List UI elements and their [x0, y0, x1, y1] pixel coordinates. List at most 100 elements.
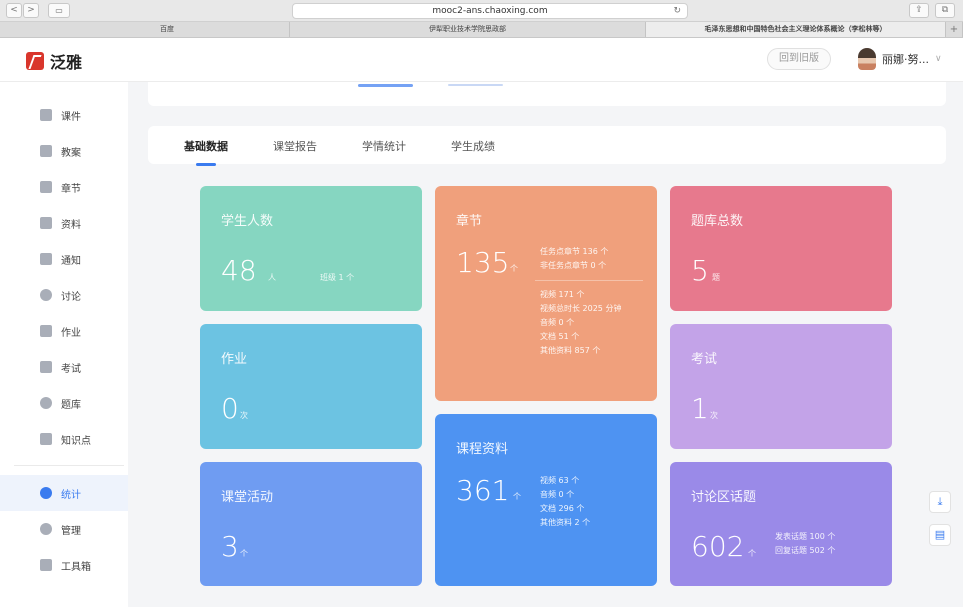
logo-icon	[26, 52, 44, 70]
card-value: 3	[221, 530, 239, 563]
forward-button[interactable]: >	[23, 3, 39, 18]
card-title: 课堂活动	[221, 490, 274, 505]
back-button[interactable]: <	[6, 3, 22, 18]
chapters-icon	[40, 181, 52, 193]
detail-line: 文档 296 个	[540, 504, 585, 513]
sidebar-item-toolbox[interactable]: 工具箱	[40, 556, 91, 574]
card-title: 作业	[221, 352, 248, 367]
tab-basic-data[interactable]: 基础数据	[184, 138, 228, 154]
sidebar-item-label: 题库	[61, 399, 81, 411]
sidebar-item-exam[interactable]: 考试	[40, 358, 81, 376]
sidebar-item-manage[interactable]: 管理	[40, 520, 81, 538]
sidebar-item-chapters[interactable]: 章节	[40, 178, 81, 196]
detail-line: 任务点章节 136 个	[540, 247, 609, 256]
detail-line: 音频 0 个	[540, 490, 575, 499]
card-unit: 人	[268, 273, 276, 282]
detail-line: 发表话题 100 个	[775, 532, 836, 541]
sidebar-item-label: 讨论	[61, 291, 81, 303]
layers-icon	[40, 397, 52, 409]
report-icon[interactable]: ▤	[929, 524, 951, 546]
card-value: 361	[456, 474, 510, 507]
browser-tab-active[interactable]: 毛泽东思想和中国特色社会主义理论体系概论（李松林等）	[646, 22, 946, 37]
new-tab-button[interactable]: +	[946, 22, 963, 37]
question-bank-card[interactable]: 题库总数 5 题	[670, 186, 892, 311]
sidebar-item-label: 章节	[61, 183, 81, 195]
sidebar-item-notice[interactable]: 通知	[40, 250, 81, 268]
sidebar-item-label: 教案	[61, 147, 81, 159]
logo-text: 泛雅	[50, 53, 83, 72]
sidebar-item-label: 管理	[61, 525, 81, 537]
sidebar-item-statistics[interactable]: 统计	[40, 484, 81, 502]
chrome-right-buttons: ⇪ ⧉	[909, 3, 955, 18]
folder-icon	[40, 217, 52, 229]
sidebar-toggle-icon[interactable]: ▭	[48, 3, 70, 18]
card-value: 0	[221, 392, 239, 425]
download-icon[interactable]: ⤓	[929, 491, 951, 513]
detail-line: 非任务点章节 0 个	[540, 261, 607, 270]
exam-card[interactable]: 考试 1 次	[670, 324, 892, 449]
task-chapter-details: 任务点章节 136 个 非任务点章节 0 个	[540, 245, 608, 273]
active-tab-underline	[196, 163, 216, 166]
url-bar[interactable]: mooc2-ans.chaoxing.com ↻	[292, 3, 688, 19]
logo[interactable]: 泛雅	[26, 49, 82, 73]
scroll-hint-bar	[358, 84, 413, 87]
detail-line: 其他资料 2 个	[540, 518, 591, 527]
sidebar-item-homework[interactable]: 作业	[40, 322, 81, 340]
sidebar-item-courseware[interactable]: 课件	[40, 106, 81, 124]
courseware-icon	[40, 109, 52, 121]
stats-tabs: 基础数据 课堂报告 学情统计 学生成绩	[148, 126, 946, 164]
browser-toolbar: < > ▭ mooc2-ans.chaoxing.com ↻ ⇪ ⧉	[0, 0, 963, 22]
chapters-card[interactable]: 章节 135 个 任务点章节 136 个 非任务点章节 0 个 视频 171 个…	[435, 186, 657, 401]
old-version-button[interactable]: 回到旧版	[767, 48, 831, 70]
tab-class-report[interactable]: 课堂报告	[273, 138, 317, 154]
card-unit: 个	[513, 492, 521, 501]
reload-icon[interactable]: ↻	[673, 4, 681, 18]
sidebar-item-label: 知识点	[61, 435, 91, 447]
divider	[535, 280, 643, 281]
detail-line: 文档 51 个	[540, 332, 580, 341]
share-icon[interactable]: ⇪	[909, 3, 929, 18]
detail-line: 其他资料 857 个	[540, 346, 601, 355]
sidebar-item-lesson-plan[interactable]: 教案	[40, 142, 81, 160]
card-title: 讨论区话题	[691, 490, 757, 505]
app-header: 泛雅 回到旧版 丽娜·努... ∨	[0, 38, 963, 82]
sidebar: 课件 教案 章节 资料 通知 讨论 作业 考试 题库 知识点 统计 管理 工具箱	[0, 82, 128, 607]
sidebar-item-materials[interactable]: 资料	[40, 214, 81, 232]
card-unit: 个	[240, 549, 248, 558]
card-unit: 题	[712, 273, 720, 282]
chat-icon	[40, 289, 52, 301]
card-unit: 次	[710, 411, 718, 420]
sidebar-item-knowledge[interactable]: 知识点	[40, 430, 91, 448]
course-materials-card[interactable]: 课程资料 361 个 视频 63 个 音频 0 个 文档 296 个 其他资料 …	[435, 414, 657, 586]
chevron-down-icon: ∨	[935, 54, 942, 64]
students-card[interactable]: 学生人数 48 人 班级 1 个	[200, 186, 422, 311]
homework-card[interactable]: 作业 0 次	[200, 324, 422, 449]
forum-topics-card[interactable]: 讨论区话题 602 个 发表话题 100 个 回复话题 502 个	[670, 462, 892, 586]
tabs-overview-icon[interactable]: ⧉	[935, 3, 955, 18]
user-menu[interactable]: 丽娜·努... ∨	[858, 48, 942, 70]
browser-tab[interactable]: 百度	[0, 22, 290, 37]
gear-icon	[40, 523, 52, 535]
class-count: 班级 1 个	[320, 273, 355, 282]
card-value: 1	[691, 392, 709, 425]
knowledge-icon	[40, 433, 52, 445]
tab-learning-stats[interactable]: 学情统计	[362, 138, 406, 154]
browser-tab[interactable]: 伊犁职业技术学院思政部	[290, 22, 646, 37]
card-unit: 个	[510, 264, 518, 273]
card-unit: 个	[748, 549, 756, 558]
tab-student-scores[interactable]: 学生成绩	[451, 138, 495, 154]
card-value: 48	[221, 254, 257, 287]
card-title: 课程资料	[456, 442, 509, 457]
sidebar-divider	[14, 465, 124, 466]
sidebar-item-discussion[interactable]: 讨论	[40, 286, 81, 304]
card-title: 学生人数	[221, 214, 274, 229]
card-value: 602	[691, 530, 745, 563]
detail-line: 音频 0 个	[540, 318, 575, 327]
sidebar-item-label: 统计	[61, 489, 81, 501]
sidebar-item-question-bank[interactable]: 题库	[40, 394, 81, 412]
card-value: 135	[456, 246, 510, 279]
speaker-icon	[40, 253, 52, 265]
scroll-hint-bar	[448, 84, 503, 86]
sidebar-item-label: 课件	[61, 111, 81, 123]
class-activity-card[interactable]: 课堂活动 3 个	[200, 462, 422, 586]
